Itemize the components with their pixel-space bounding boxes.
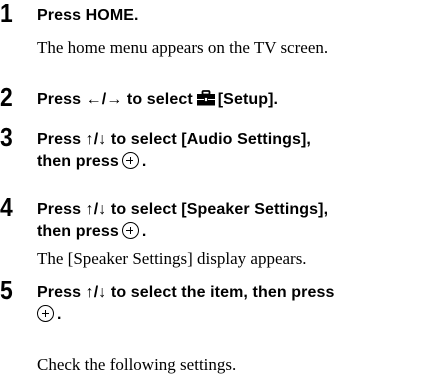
instruction-punctuation: . <box>141 223 147 240</box>
instruction-text: Press ←/→ to select <box>37 91 193 108</box>
instruction-text: then press <box>37 153 119 170</box>
step-result: The [Speaker Settings] display appears. <box>37 249 307 268</box>
step-instruction: Press ←/→ to select [Setup]. <box>37 89 442 113</box>
enter-button-icon <box>37 305 54 322</box>
enter-button-icon <box>121 222 139 239</box>
instruction-line-2: then press. <box>37 221 442 243</box>
instruction-line-2: . <box>37 304 442 326</box>
toolbox-icon <box>196 90 216 113</box>
step-number: 5 <box>0 275 13 305</box>
step-instruction: Press ↑/↓ to select the item, then press… <box>37 282 442 326</box>
instruction-text-after-icon: [Setup]. <box>217 91 279 108</box>
instruction-line-2: then press. <box>37 151 442 173</box>
instruction-line-1: Press ↑/↓ to select [Audio Settings], <box>37 131 311 148</box>
step-instruction: Press ↑/↓ to select [Audio Settings], th… <box>37 129 442 173</box>
enter-button-icon <box>121 152 139 169</box>
instruction-page: 1 Press HOME. The home menu appears on t… <box>0 0 444 379</box>
step-number: 3 <box>0 122 13 152</box>
step-instruction: Press ↑/↓ to select [Speaker Settings], … <box>37 199 442 243</box>
step-number: 1 <box>0 0 13 28</box>
instruction-punctuation: . <box>57 306 62 323</box>
step-result: Check the following settings. <box>37 355 237 374</box>
instruction-text: Press HOME. <box>37 7 139 24</box>
instruction-punctuation: . <box>141 153 147 170</box>
step-number: 2 <box>0 82 13 112</box>
instruction-text: then press <box>37 223 119 240</box>
step-result: The home menu appears on the TV screen. <box>37 38 329 57</box>
instruction-line-1: Press ↑/↓ to select [Speaker Settings], <box>37 201 329 218</box>
instruction-line-1: Press ↑/↓ to select the item, then press <box>37 284 335 301</box>
step-number: 4 <box>0 192 13 222</box>
step-instruction: Press HOME. <box>37 5 442 27</box>
